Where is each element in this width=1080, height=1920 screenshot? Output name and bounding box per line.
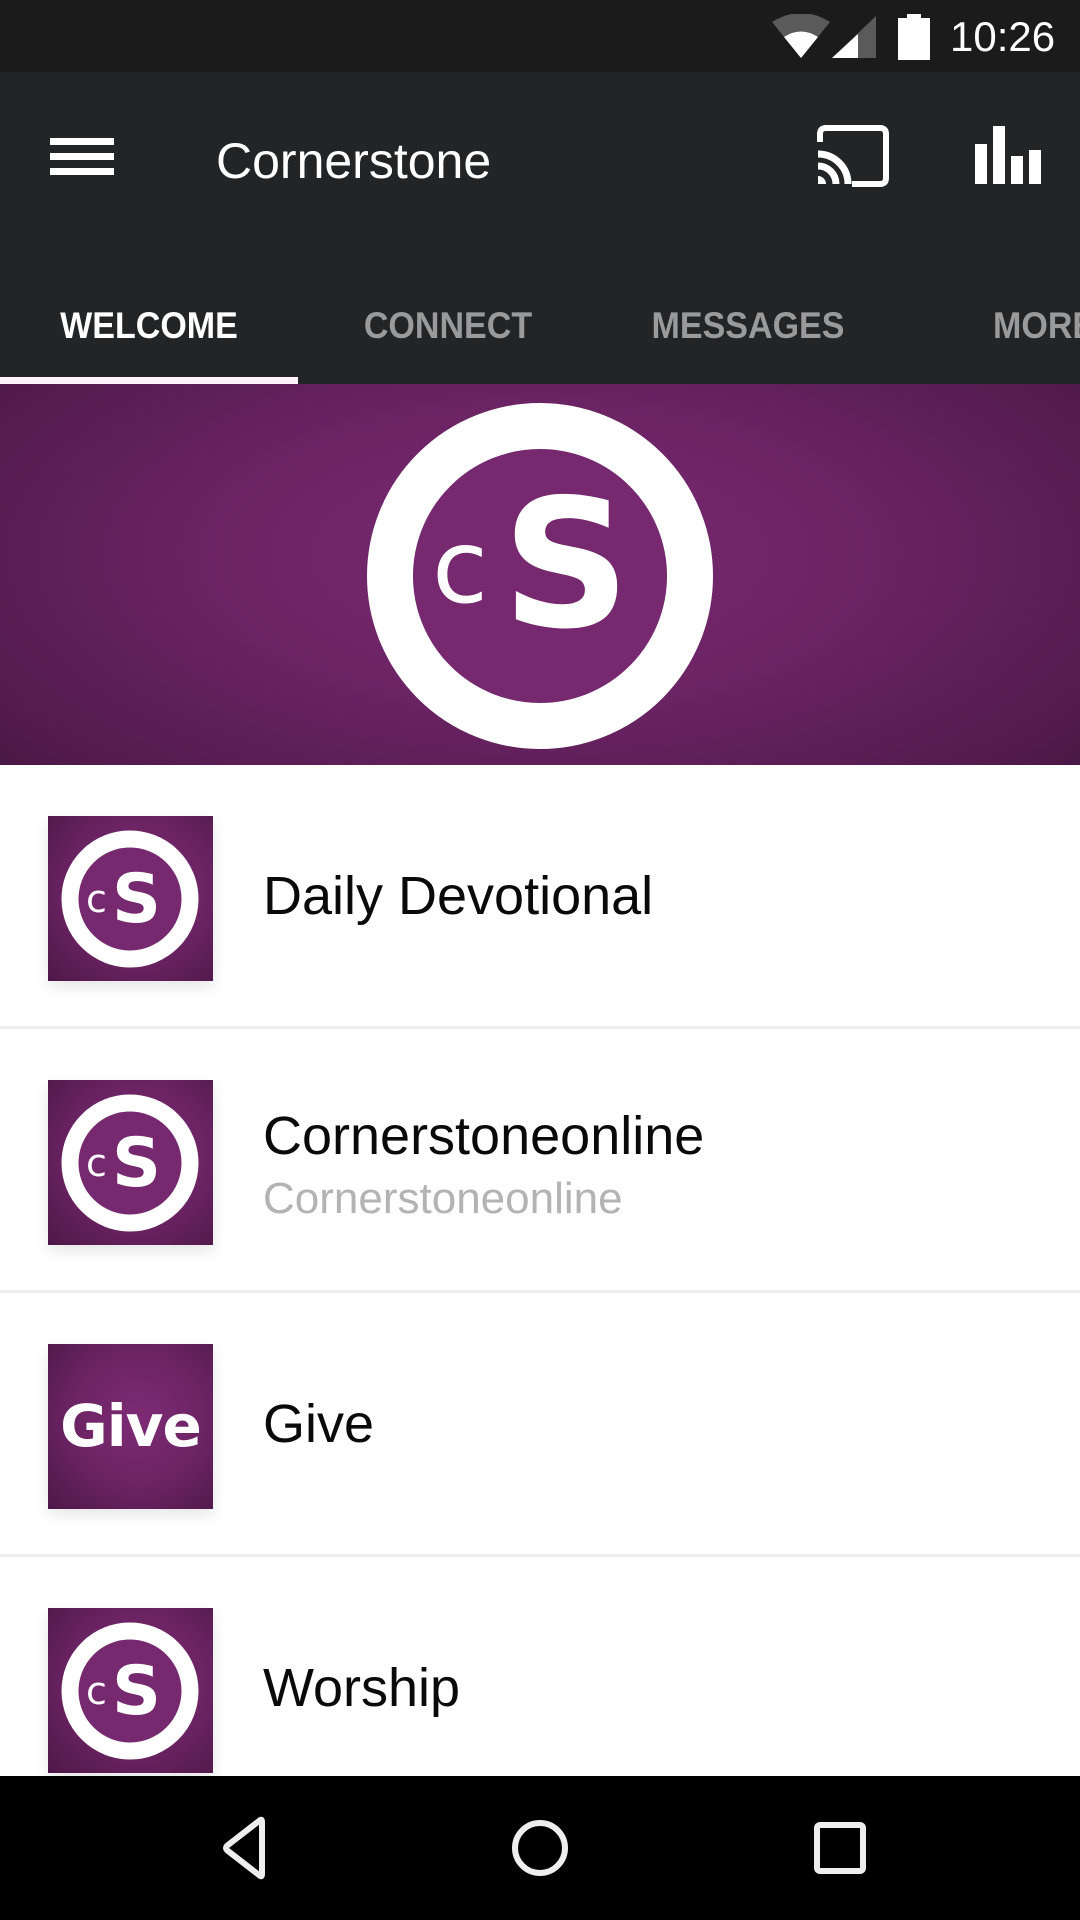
content-list: c S Daily Devotional c S Cornerstoneonli…	[0, 765, 1080, 1776]
item-thumbnail: c S	[48, 1080, 213, 1245]
header-banner: c S	[0, 384, 1080, 765]
cornerstone-logo: c S	[367, 403, 713, 749]
home-button[interactable]	[470, 1798, 610, 1898]
active-tab-indicator	[0, 377, 298, 384]
cs-logo-icon: c S	[61, 830, 199, 968]
tab-welcome[interactable]: WELCOME	[12, 268, 286, 384]
tab-messages[interactable]: MESSAGES	[610, 268, 886, 384]
item-thumbnail: Give	[48, 1344, 213, 1509]
item-title: Cornerstoneonline	[263, 1106, 705, 1166]
app-toolbar: Cornerstone WELCOME CONNECT MESSAGES MOR…	[0, 72, 1080, 384]
status-bar: 10:26	[0, 0, 1080, 72]
list-item-daily-devotional[interactable]: c S Daily Devotional	[0, 765, 1080, 1029]
tab-bar: WELCOME CONNECT MESSAGES MORE	[0, 268, 1080, 384]
tab-connect[interactable]: CONNECT	[310, 268, 586, 384]
cast-icon	[817, 125, 889, 187]
bar-chart-icon	[975, 126, 1041, 184]
svg-text:S: S	[112, 860, 161, 939]
recents-square-icon	[814, 1822, 866, 1874]
navigation-menu-button[interactable]	[36, 122, 128, 206]
svg-text:c: c	[86, 1669, 107, 1713]
logo-letter-s: S	[502, 461, 630, 668]
svg-text:S: S	[112, 1652, 161, 1731]
item-thumbnail: c S	[48, 1608, 213, 1773]
system-navigation-bar	[0, 1776, 1080, 1920]
give-thumbnail-text: Give	[60, 1392, 202, 1460]
list-item-give[interactable]: Give Give	[0, 1293, 1080, 1557]
item-title: Give	[263, 1394, 375, 1454]
statistics-button[interactable]	[966, 118, 1054, 202]
back-triangle-icon	[223, 1816, 265, 1880]
item-thumbnail: c S	[48, 816, 213, 981]
item-title: Daily Devotional	[263, 866, 654, 926]
logo-letter-c: c	[432, 508, 488, 627]
list-item-cornerstoneonline[interactable]: c S Cornerstoneonline Cornerstoneonline	[0, 1029, 1080, 1293]
clock: 10:26	[950, 13, 1056, 60]
list-item-worship[interactable]: c S Worship	[0, 1557, 1080, 1776]
svg-text:c: c	[86, 1141, 107, 1185]
cast-button[interactable]	[808, 118, 896, 202]
wifi-icon	[772, 14, 830, 58]
app-title: Cornerstone	[216, 133, 492, 189]
back-button[interactable]	[172, 1798, 312, 1898]
item-subtitle: Cornerstoneonline	[263, 1174, 623, 1223]
cs-logo-icon: c S	[61, 1094, 199, 1232]
cellular-signal-icon	[832, 16, 876, 58]
home-circle-icon	[512, 1820, 568, 1876]
tab-more[interactable]: MORE	[993, 268, 1080, 384]
recents-button[interactable]	[770, 1798, 910, 1898]
svg-text:S: S	[112, 1124, 161, 1203]
battery-icon	[898, 14, 930, 60]
cs-logo-icon: c S	[61, 1622, 199, 1760]
svg-text:c: c	[86, 877, 107, 921]
item-title: Worship	[263, 1658, 461, 1718]
